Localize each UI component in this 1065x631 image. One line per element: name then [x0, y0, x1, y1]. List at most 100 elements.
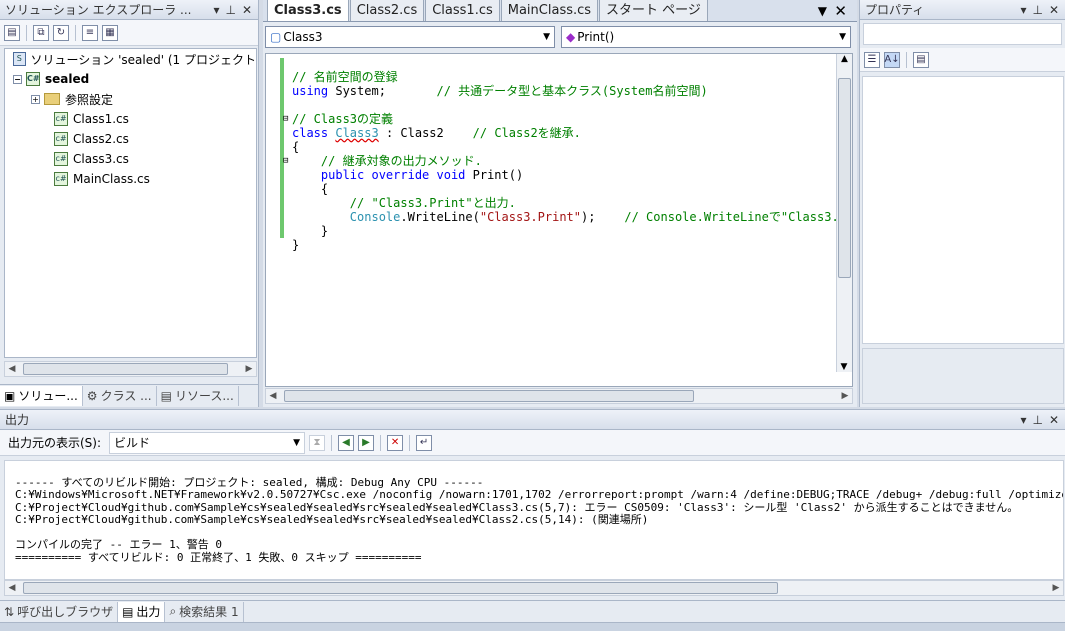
tab-find-results[interactable]: ⌕ 検索結果 1 — [165, 601, 244, 622]
scroll-thumb[interactable] — [284, 390, 694, 402]
scroll-up-icon[interactable]: ▲ — [837, 54, 852, 64]
class-combo[interactable]: ▢ Class3 ▼ — [265, 26, 555, 48]
property-grid[interactable] — [862, 76, 1064, 344]
outline-collapse-class[interactable]: ⊟ — [283, 114, 288, 124]
scroll-left-icon[interactable]: ◀ — [5, 583, 19, 593]
code-comment: // 継承対象の出力メソッド. — [292, 154, 482, 168]
code-text-fragment: System; — [328, 84, 437, 98]
object-selector[interactable] — [863, 23, 1062, 45]
scroll-right-icon[interactable]: ▶ — [1049, 583, 1063, 593]
tab-class2[interactable]: Class2.cs — [349, 0, 425, 21]
close-icon[interactable]: ✕ — [242, 3, 252, 17]
solution-tree-hscroll[interactable]: ◀ ▶ — [4, 361, 257, 377]
next-message-icon[interactable]: ▶ — [358, 434, 375, 451]
tree-item-references[interactable]: + 参照設定 — [5, 89, 256, 109]
properties-panel: プロパティ ▾ ⊥ ✕ ☰ A↓ ▤ — [859, 0, 1065, 407]
scroll-right-icon[interactable]: ▶ — [242, 364, 256, 374]
editor-hscroll[interactable]: ◀ ▶ — [265, 388, 853, 404]
editor-vscroll[interactable]: ▲ ▼ — [836, 54, 852, 372]
property-pages-icon[interactable]: ▤ — [913, 51, 929, 68]
scroll-left-icon[interactable]: ◀ — [266, 391, 280, 401]
tab-class-view[interactable]: ⚙ クラス ... — [83, 385, 157, 406]
pin-icon[interactable]: ⊥ — [1032, 413, 1042, 427]
code-comment: // Console.WriteLineで"Class3.Pr — [624, 210, 853, 224]
scroll-down-icon[interactable]: ▼ — [837, 362, 851, 372]
tree-item-file[interactable]: c# Class3.cs — [5, 149, 256, 169]
tab-call-browser[interactable]: ⇅ 呼び出しブラウザ — [0, 601, 119, 622]
tab-class1[interactable]: Class1.cs — [425, 0, 500, 21]
toolbar-divider — [409, 434, 411, 451]
csharp-project-icon: C# — [26, 72, 40, 86]
output-title-bar: 出力 ▾ ⊥ ✕ — [0, 410, 1065, 430]
solution-explorer-panel: ソリューション エクスプローラ ... ▾ ⊥ ✕ ▤ ⧉ ↻ ≡ ▦ S ソリ… — [0, 0, 259, 407]
tab-resource-view[interactable]: ▤ リソース... — [157, 385, 239, 406]
output-hscroll[interactable]: ◀ ▶ — [4, 580, 1064, 596]
code-keyword: using — [292, 84, 329, 98]
pin-icon[interactable]: ⊥ — [1032, 3, 1042, 17]
close-icon[interactable]: ✕ — [1049, 3, 1059, 17]
code-text-fragment: .WriteLine( — [400, 210, 480, 224]
code-text-fragment: } — [292, 238, 300, 252]
code-area[interactable]: ⊟ ⊟ // 名前空間の登録 using System; // 共通データ型と基… — [265, 53, 853, 387]
dropdown-icon[interactable]: ▾ — [1020, 3, 1026, 17]
show-all-files-icon[interactable]: ⧉ — [33, 24, 49, 41]
close-icon[interactable]: ✕ — [1049, 413, 1059, 427]
word-wrap-icon[interactable]: ↵ — [416, 434, 433, 451]
clear-all-icon[interactable]: ✕ — [387, 434, 404, 451]
find-results-icon: ⌕ — [169, 604, 177, 618]
solution-icon: S — [13, 52, 26, 66]
tab-mainclass[interactable]: MainClass.cs — [500, 0, 599, 21]
tab-dropdown-icon[interactable]: ▼ — [818, 4, 827, 18]
tab-start-page[interactable]: スタート ページ — [599, 0, 708, 21]
class-icon: ▢ — [270, 30, 282, 44]
find-message-icon[interactable]: ⧗ — [309, 434, 326, 451]
csharp-file-icon: c# — [54, 132, 68, 146]
view-designer-icon[interactable]: ▦ — [102, 24, 118, 41]
member-combo[interactable]: ◆ Print() ▼ — [561, 26, 851, 48]
output-text-area[interactable]: ------ すべてのリビルド開始: プロジェクト: sealed, 構成: D… — [4, 460, 1064, 580]
method-icon: ◆ — [566, 30, 576, 44]
tab-solution-explorer[interactable]: ▣ ソリュー... — [0, 385, 83, 406]
class-view-icon: ⚙ — [86, 388, 98, 403]
close-document-icon[interactable]: ✕ — [834, 2, 847, 20]
dropdown-icon[interactable]: ▾ — [1020, 413, 1026, 427]
scroll-thumb[interactable] — [838, 78, 851, 278]
tree-item-file[interactable]: c# Class2.cs — [5, 129, 256, 149]
code-text[interactable]: // 名前空間の登録 using System; // 共通データ型と基本クラス… — [292, 56, 853, 252]
code-comment: // "Class3.Print"と出力. — [292, 196, 516, 210]
view-code-icon[interactable]: ≡ — [82, 24, 98, 41]
dropdown-icon[interactable]: ▾ — [213, 3, 219, 17]
outline-collapse-method[interactable]: ⊟ — [283, 156, 288, 166]
code-text-fragment: : Class2 — [378, 126, 473, 140]
status-bar — [0, 622, 1065, 631]
refresh-icon[interactable]: ↻ — [53, 24, 69, 41]
scroll-thumb[interactable] — [23, 363, 228, 375]
collapse-icon[interactable]: − — [13, 74, 22, 84]
categorized-icon[interactable]: ☰ — [864, 51, 880, 68]
output-source-select[interactable]: ビルド ▼ — [109, 431, 306, 454]
properties-icon[interactable]: ▤ — [4, 24, 20, 41]
property-description — [862, 348, 1064, 404]
pin-icon[interactable]: ⊥ — [225, 3, 235, 17]
tree-item-project[interactable]: − C# sealed — [5, 69, 256, 89]
previous-message-icon[interactable]: ◀ — [338, 434, 355, 451]
code-keyword: class — [292, 126, 329, 140]
alphabetical-icon[interactable]: A↓ — [884, 51, 900, 68]
scroll-thumb[interactable] — [23, 582, 778, 594]
tree-item-file[interactable]: c# MainClass.cs — [5, 169, 256, 189]
tab-output[interactable]: ▤ 出力 — [118, 601, 166, 622]
tab-label: 呼び出しブラウザ — [17, 605, 114, 619]
scroll-right-icon[interactable]: ▶ — [838, 391, 852, 401]
output-line: ========== すべてリビルド: 0 正常終了、1 失敗、0 スキップ =… — [15, 550, 422, 564]
tree-item-file[interactable]: c# Class1.cs — [5, 109, 256, 129]
editor-panel: Class3.cs Class2.cs Class1.cs MainClass.… — [263, 0, 857, 407]
solution-explorer-tabs: ▣ ソリュー... ⚙ クラス ... ▤ リソース... — [0, 384, 258, 406]
call-browser-icon: ⇅ — [4, 604, 15, 619]
tree-item-label: Class3.cs — [73, 152, 129, 166]
scroll-left-icon[interactable]: ◀ — [5, 364, 19, 374]
tab-class3[interactable]: Class3.cs — [267, 0, 349, 21]
class-name-error[interactable]: Class3 — [335, 126, 378, 140]
expand-icon[interactable]: + — [31, 94, 40, 104]
output-text: ------ すべてのリビルド開始: プロジェクト: sealed, 構成: D… — [5, 461, 1063, 564]
tree-item-solution[interactable]: S ソリューション 'sealed' (1 プロジェクト — [5, 49, 256, 69]
